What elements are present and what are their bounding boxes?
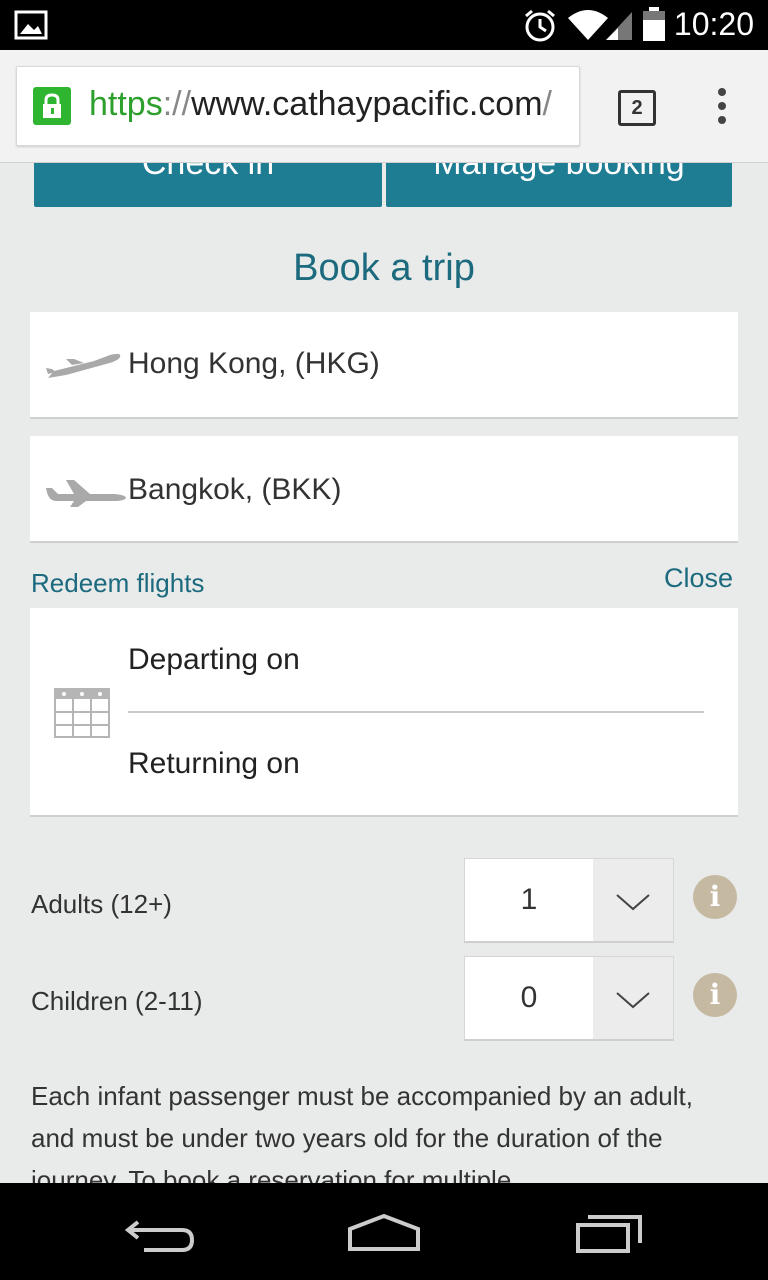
infant-policy-text: Each infant passenger must be accompanie…	[31, 1081, 693, 1183]
url-host: www.cathaypacific.com	[191, 85, 543, 123]
children-value: 0	[520, 981, 538, 1014]
navigation-bar	[0, 1183, 768, 1280]
url-trail: /	[542, 85, 552, 123]
back-icon[interactable]	[124, 1216, 196, 1254]
manage-booking-button[interactable]: Manage booking	[386, 163, 732, 207]
status-bar: 10:20	[0, 0, 768, 50]
redeem-flights-link[interactable]: Redeem flights	[31, 568, 204, 599]
origin-value: Hong Kong, (HKG)	[128, 347, 380, 380]
battery-icon	[643, 7, 665, 41]
chevron-down-icon[interactable]	[593, 957, 673, 1039]
adults-label: Adults (12+)	[31, 889, 172, 919]
destination-value: Bangkok, (BKK)	[128, 473, 342, 506]
adults-value: 1	[520, 883, 538, 916]
divider	[128, 711, 704, 713]
page-title: Book a trip	[293, 247, 475, 289]
lock-icon	[33, 87, 71, 125]
departing-on-field[interactable]: Departing on	[128, 643, 300, 677]
info-icon[interactable]: i	[693, 875, 737, 919]
returning-on-field[interactable]: Returning on	[128, 747, 300, 781]
children-select[interactable]: 0	[464, 956, 674, 1041]
check-in-button[interactable]: Check in	[34, 163, 382, 207]
url-separator: ://	[162, 85, 192, 123]
alarm-icon	[525, 9, 555, 42]
image-icon	[14, 10, 48, 40]
travel-dates-field: Departing on Returning on	[30, 608, 738, 817]
signal-icon	[606, 12, 632, 40]
page-content: Check in Manage booking Book a trip Hong…	[0, 163, 768, 1183]
info-icon[interactable]: i	[693, 973, 737, 1017]
overflow-menu-icon[interactable]	[712, 88, 732, 128]
close-link[interactable]: Close	[664, 563, 733, 594]
adults-select[interactable]: 1	[464, 858, 674, 943]
arrival-plane-icon	[46, 480, 126, 507]
chevron-down-icon[interactable]	[593, 859, 673, 941]
home-icon[interactable]	[346, 1213, 422, 1253]
url-scheme: https	[89, 85, 163, 123]
url-text: https://www.cathaypacific.com/	[89, 85, 552, 124]
destination-field[interactable]: Bangkok, (BKK)	[30, 436, 738, 543]
url-bar[interactable]: https://www.cathaypacific.com/	[16, 66, 580, 146]
tabs-icon[interactable]: 2	[618, 90, 656, 126]
children-label: Children (2-11)	[31, 986, 203, 1016]
status-time: 10:20	[673, 6, 754, 42]
recents-icon[interactable]	[574, 1213, 646, 1255]
origin-field[interactable]: Hong Kong, (HKG)	[30, 312, 738, 419]
calendar-icon	[54, 688, 110, 738]
departure-plane-icon	[46, 353, 121, 378]
